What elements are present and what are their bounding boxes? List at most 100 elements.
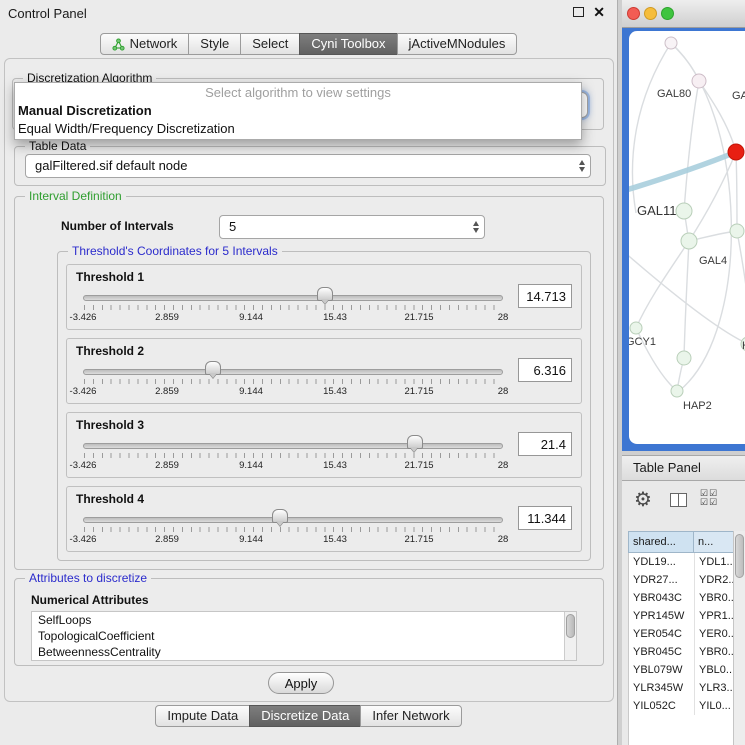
slider-track[interactable] <box>83 295 503 301</box>
table-row[interactable]: YBR043C YBR0... <box>629 589 734 607</box>
selected-red-node[interactable] <box>728 144 744 160</box>
slider-scale: -3.426 2.859 9.144 15.43 21.715 28 <box>83 386 503 398</box>
network-node[interactable] <box>677 351 691 365</box>
tab-cyni-toolbox[interactable]: Cyni Toolbox <box>299 33 397 55</box>
cell[interactable]: YBL0... <box>695 661 734 679</box>
cell[interactable]: YBR043C <box>629 589 695 607</box>
table-panel-header[interactable]: Table Panel <box>622 455 745 481</box>
gear-icon[interactable]: ⚙ <box>634 488 652 512</box>
tab-select[interactable]: Select <box>240 33 300 55</box>
table-row[interactable]: YLR345W YLR3... <box>629 679 734 697</box>
network-node[interactable] <box>630 322 642 334</box>
scrollbar-thumb[interactable] <box>566 614 575 638</box>
network-node[interactable] <box>730 224 744 238</box>
cell[interactable]: YER0... <box>695 625 734 643</box>
algorithm-placeholder-option[interactable]: Select algorithm to view settings <box>15 84 581 102</box>
tab-infer-network[interactable]: Infer Network <box>360 705 461 727</box>
threshold-4-value-field[interactable]: 11.344 <box>518 506 572 530</box>
threshold-2-slider[interactable]: -3.426 2.859 9.144 15.43 21.715 28 <box>83 360 503 402</box>
table-row[interactable]: YIL052C YIL0... <box>629 697 734 715</box>
numerical-attributes-list[interactable]: SelfLoops TopologicalCoefficient Between… <box>31 611 577 661</box>
list-item[interactable]: BetweennessCentrality <box>32 644 576 660</box>
table-row[interactable]: YPR145W YPR1... <box>629 607 734 625</box>
tab-impute-data[interactable]: Impute Data <box>155 705 250 727</box>
cell[interactable]: YIL0... <box>695 697 734 715</box>
slider-ticks <box>84 305 502 310</box>
scale-label: 2.859 <box>155 386 179 397</box>
algorithm-option-equal-width[interactable]: Equal Width/Frequency Discretization <box>15 120 581 138</box>
minimize-window-icon[interactable] <box>644 7 657 20</box>
table-row[interactable]: YDL19... YDL1... <box>629 553 734 571</box>
column-header-shared-name[interactable]: shared... <box>628 531 694 553</box>
close-window-icon[interactable] <box>627 7 640 20</box>
cell[interactable]: YBR0... <box>695 643 734 661</box>
network-node[interactable] <box>665 37 677 49</box>
num-intervals-combobox[interactable]: 5 <box>219 215 485 239</box>
tab-discretize-data[interactable]: Discretize Data <box>249 705 361 727</box>
list-item[interactable]: SelfLoops <box>32 612 576 628</box>
cell[interactable]: YBR045C <box>629 643 695 661</box>
table-scrollbar[interactable] <box>733 531 745 745</box>
algorithm-option-manual[interactable]: Manual Discretization <box>15 102 581 120</box>
scrollbar-thumb[interactable] <box>735 534 744 578</box>
network-node[interactable] <box>681 233 697 249</box>
network-node[interactable] <box>671 385 683 397</box>
cell[interactable]: YLR3... <box>695 679 734 697</box>
scale-label: 15.43 <box>323 460 347 471</box>
cell[interactable]: YBL079W <box>629 661 695 679</box>
threshold-3-panel: Threshold 3 -3.426 2.859 9.144 15.43 21.… <box>66 412 582 478</box>
scale-label: -3.426 <box>70 534 97 545</box>
cell[interactable]: YLR345W <box>629 679 695 697</box>
cell[interactable]: YIL052C <box>629 697 695 715</box>
select-columns-icon[interactable]: ☑☑☑☑ <box>700 489 718 507</box>
close-icon[interactable]: ✕ <box>593 6 605 18</box>
slider-track[interactable] <box>83 443 503 449</box>
threshold-3-slider[interactable]: -3.426 2.859 9.144 15.43 21.715 28 <box>83 434 503 476</box>
column-header-name[interactable]: n... <box>693 531 734 553</box>
columns-icon[interactable] <box>670 493 687 507</box>
table-row[interactable]: YER054C YER0... <box>629 625 734 643</box>
cell[interactable]: YDR2... <box>695 571 734 589</box>
apply-button[interactable]: Apply <box>268 672 334 694</box>
threshold-1-value-field[interactable]: 14.713 <box>518 284 572 308</box>
tab-jactivemnodules[interactable]: jActiveMNodules <box>397 33 518 55</box>
thresholds-group-title: Threshold's Coordinates for 5 Intervals <box>68 244 282 258</box>
network-node[interactable] <box>676 203 692 219</box>
cell[interactable]: YBR0... <box>695 589 734 607</box>
tab-network[interactable]: Network <box>100 33 190 55</box>
table-row[interactable]: YDR27... YDR2... <box>629 571 734 589</box>
threshold-3-value-field[interactable]: 21.4 <box>518 432 572 456</box>
threshold-1-slider[interactable]: -3.426 2.859 9.144 15.43 21.715 28 <box>83 286 503 328</box>
tab-cyni-toolbox-label: Cyni Toolbox <box>311 34 385 54</box>
network-canvas[interactable]: GAL80 GA GAL11 GAL4 GCY1 HAP2 H <box>629 31 745 444</box>
cell[interactable]: YER054C <box>629 625 695 643</box>
attributes-scrollbar[interactable] <box>564 612 576 660</box>
table-row[interactable]: YBR045C YBR0... <box>629 643 734 661</box>
cell[interactable]: YDL1... <box>695 553 734 571</box>
cell[interactable]: YPR1... <box>695 607 734 625</box>
slider-thumb[interactable] <box>272 509 288 523</box>
network-window-titlebar[interactable] <box>622 0 745 28</box>
cell[interactable]: YPR145W <box>629 607 695 625</box>
slider-track[interactable] <box>83 369 503 375</box>
highlighted-edge[interactable] <box>629 152 736 191</box>
scale-label: -3.426 <box>70 312 97 323</box>
cell[interactable]: YDL19... <box>629 553 695 571</box>
table-data-combobox[interactable]: galFiltered.sif default node <box>25 154 591 178</box>
slider-thumb[interactable] <box>317 287 333 301</box>
tab-style[interactable]: Style <box>188 33 241 55</box>
window-traffic-lights <box>627 7 674 20</box>
slider-ticks <box>84 453 502 458</box>
network-node[interactable] <box>692 74 706 88</box>
cell[interactable]: YDR27... <box>629 571 695 589</box>
combo-arrows-icon <box>473 221 479 233</box>
slider-thumb[interactable] <box>407 435 423 449</box>
slider-thumb[interactable] <box>205 361 221 375</box>
threshold-2-value-field[interactable]: 6.316 <box>518 358 572 382</box>
slider-track[interactable] <box>83 517 503 523</box>
list-item[interactable]: TopologicalCoefficient <box>32 628 576 644</box>
threshold-4-slider[interactable]: -3.426 2.859 9.144 15.43 21.715 28 <box>83 508 503 550</box>
table-row[interactable]: YBL079W YBL0... <box>629 661 734 679</box>
zoom-window-icon[interactable] <box>661 7 674 20</box>
float-window-icon[interactable] <box>573 7 584 17</box>
